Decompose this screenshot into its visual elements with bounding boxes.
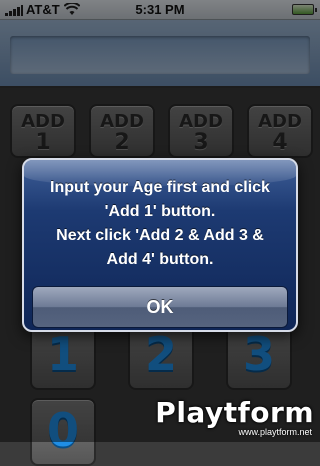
alert-message-line: Input your Age first and click bbox=[50, 179, 270, 196]
alert-message-line: Add 4' button. bbox=[106, 251, 214, 268]
ok-button[interactable]: OK bbox=[32, 286, 288, 328]
alert-message: Input your Age first and click 'Add 1' b… bbox=[30, 176, 290, 272]
alert-message-line: 'Add 1' button. bbox=[104, 203, 216, 220]
watermark-logo: Playtform bbox=[155, 396, 314, 429]
alert-message-line: Next click 'Add 2 & Add 3 & bbox=[56, 227, 264, 244]
alert-dialog: Input your Age first and click 'Add 1' b… bbox=[22, 158, 298, 332]
watermark: Playtform www.playtform.net bbox=[155, 396, 316, 440]
watermark-url: www.playtform.net bbox=[238, 427, 312, 437]
